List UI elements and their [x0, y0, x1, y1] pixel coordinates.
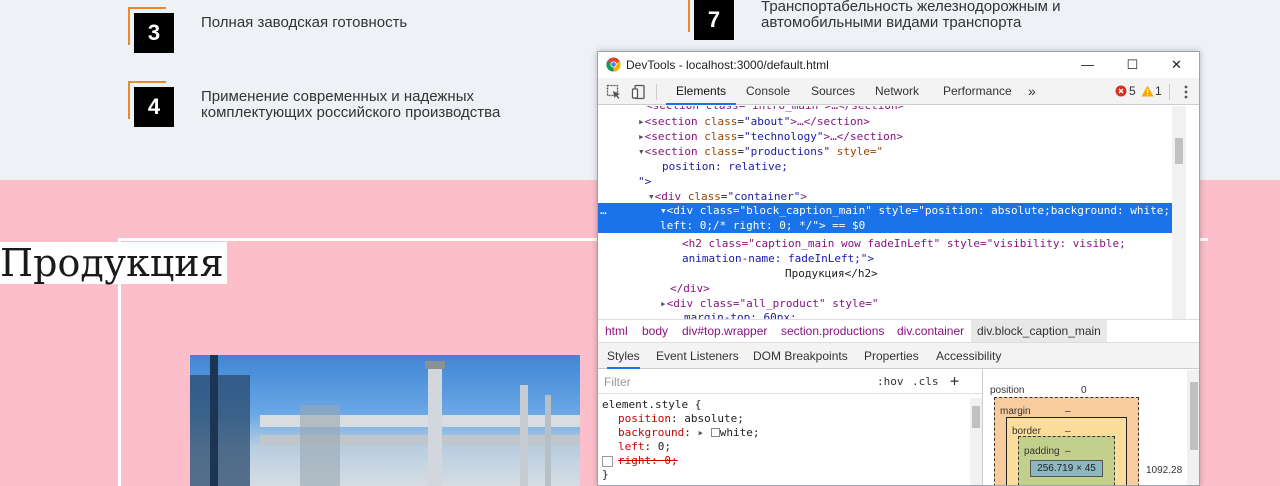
- tab-elements[interactable]: Elements: [666, 78, 737, 105]
- box-model-pane: position 0 margin – border – padding – 2…: [984, 370, 1199, 485]
- devtools-titlebar[interactable]: DevTools - localhost:3000/default.html —…: [598, 52, 1199, 78]
- toolbar-divider: [1169, 84, 1170, 100]
- class-toggle[interactable]: .cls: [912, 375, 939, 388]
- box-padding-label: padding: [1024, 446, 1060, 457]
- error-count[interactable]: 5: [1129, 78, 1136, 105]
- css-rule-close: }: [602, 468, 609, 481]
- feature-text: Полная заводская готовность: [201, 14, 408, 31]
- tab-network[interactable]: Network: [875, 78, 919, 105]
- close-button[interactable]: ✕: [1154, 52, 1199, 78]
- breadcrumb-item-active[interactable]: div.block_caption_main: [971, 320, 1107, 342]
- feature-text-line: автомобильными видами транспорта: [761, 14, 1022, 31]
- tab-event-listeners[interactable]: Event Listeners: [656, 343, 739, 369]
- warning-count[interactable]: 1: [1155, 78, 1162, 105]
- tab-sources[interactable]: Sources: [811, 78, 855, 105]
- feature-text-line: Транспортабельность железнодорожным и: [761, 0, 1061, 15]
- minimize-button[interactable]: —: [1065, 52, 1110, 78]
- filter-bar: Filter :hov .cls +: [598, 370, 982, 394]
- hover-state-toggle[interactable]: :hov: [877, 375, 904, 388]
- feature-text-line: Применение современных и надежных: [201, 88, 474, 105]
- dom-node-all-product[interactable]: ▸<div class="all_product" style=": [660, 296, 879, 311]
- dom-tree[interactable]: <section class="intro_main">…</section> …: [598, 106, 1186, 319]
- toolbar-divider: [656, 84, 657, 100]
- tab-accessibility[interactable]: Accessibility: [936, 343, 1001, 369]
- selected-line: ▾<div class="block_caption_main" style="…: [660, 204, 1170, 217]
- breadcrumb-item[interactable]: div#top.wrapper: [676, 320, 773, 342]
- dom-style-close: ">: [638, 175, 652, 188]
- scrollbar-thumb[interactable]: [972, 406, 980, 428]
- dom-node-section-productions[interactable]: ▾<section class="productions" style=": [638, 144, 883, 159]
- more-options-icon[interactable]: [1178, 84, 1194, 100]
- scrollbar-thumb[interactable]: [1175, 138, 1183, 164]
- breadcrumb-item[interactable]: body: [636, 320, 674, 342]
- breadcrumb-item[interactable]: html: [599, 320, 634, 342]
- section-title: Продукция: [0, 242, 227, 284]
- dom-style-value: margin-top: 60px;: [684, 311, 797, 319]
- scrollbar-thumb[interactable]: [1190, 382, 1198, 450]
- dom-node-h2[interactable]: <h2 class="caption_main wow fadeInLeft" …: [682, 236, 1126, 251]
- css-declaration[interactable]: position: absolute;: [618, 412, 744, 426]
- box-padding-value[interactable]: –: [1065, 446, 1071, 457]
- breadcrumb: html body div#top.wrapper section.produc…: [598, 319, 1199, 343]
- inspect-element-icon[interactable]: [606, 84, 622, 100]
- tab-performance[interactable]: Performance: [943, 78, 1012, 105]
- ellipsis-icon[interactable]: …: [600, 203, 607, 218]
- warning-icon[interactable]: [1141, 85, 1154, 97]
- dom-scrollbar[interactable]: [1172, 106, 1186, 319]
- more-tabs-button[interactable]: »: [1028, 78, 1036, 105]
- dom-style-value: position: relative;: [662, 160, 788, 173]
- css-declaration[interactable]: left: 0;: [618, 440, 671, 454]
- product-image[interactable]: [190, 355, 580, 486]
- feature-text-line: комплектующих российского производства: [201, 104, 501, 121]
- selected-line: left: 0;/* right: 0; */"> == $0: [660, 219, 866, 232]
- box-right-value[interactable]: 1092.28: [1146, 465, 1182, 476]
- color-swatch[interactable]: [710, 428, 720, 437]
- box-position-value[interactable]: 0: [1081, 385, 1087, 396]
- styles-subtabs: Styles Event Listeners DOM Breakpoints P…: [598, 343, 1199, 369]
- dom-text-node: Продукция</h2>: [785, 267, 878, 280]
- box-content[interactable]: 256.719 × 45: [1030, 460, 1103, 477]
- css-declaration[interactable]: background: ▸ white;: [618, 426, 759, 440]
- filter-input[interactable]: Filter: [604, 375, 631, 389]
- css-selector: element.style {: [602, 398, 702, 411]
- tab-console[interactable]: Console: [746, 78, 790, 105]
- dom-style-value: animation-name: fadeInLeft;">: [682, 252, 875, 265]
- box-position-label: position: [990, 385, 1025, 396]
- chrome-icon: [606, 57, 621, 72]
- box-margin-value[interactable]: –: [1065, 406, 1071, 417]
- box-margin-label: margin: [1000, 406, 1031, 417]
- dom-node-container[interactable]: ▾<div class="container">: [648, 189, 807, 204]
- devtools-tabbar: Elements Console Sources Network Perform…: [598, 78, 1199, 105]
- device-toolbar-icon[interactable]: [631, 84, 647, 100]
- dom-node-selected[interactable]: … ▾<div class="block_caption_main" style…: [598, 203, 1186, 233]
- disable-property-checkbox[interactable]: [602, 456, 613, 467]
- window-title: DevTools - localhost:3000/default.html: [626, 58, 829, 72]
- devtools-window: DevTools - localhost:3000/default.html —…: [597, 51, 1200, 486]
- css-declaration-disabled[interactable]: right: 0;: [618, 454, 678, 468]
- new-rule-button[interactable]: +: [950, 372, 959, 390]
- feature-number-badge: 3: [128, 7, 174, 53]
- error-icon[interactable]: [1115, 85, 1127, 97]
- dom-node-section-about[interactable]: ▸<section class="about">…</section>: [638, 114, 870, 129]
- styles-scrollbar[interactable]: [970, 398, 982, 485]
- dom-node-partial[interactable]: <section class="intro_main">…</section>: [646, 106, 904, 113]
- tab-properties[interactable]: Properties: [864, 343, 919, 369]
- tab-styles[interactable]: Styles: [607, 343, 640, 369]
- breadcrumb-item[interactable]: div.container: [891, 320, 970, 342]
- feature-text: Применение современных и надежных компле…: [201, 89, 500, 121]
- dom-node-div-close: </div>: [670, 282, 710, 295]
- styles-pane: Filter :hov .cls + element.style { posit…: [598, 370, 983, 485]
- feature-number-badge: 7: [688, 0, 734, 40]
- breadcrumb-item[interactable]: section.productions: [775, 320, 890, 342]
- tab-dom-breakpoints[interactable]: DOM Breakpoints: [753, 343, 848, 369]
- feature-number-badge: 4: [128, 81, 174, 127]
- dom-node-section-technology[interactable]: ▸<section class="technology">…</section>: [638, 129, 903, 144]
- box-model-scrollbar[interactable]: [1187, 370, 1199, 485]
- maximize-button[interactable]: ☐: [1110, 52, 1155, 78]
- feature-text: Транспортабельность железнодорожным и ав…: [761, 0, 1061, 31]
